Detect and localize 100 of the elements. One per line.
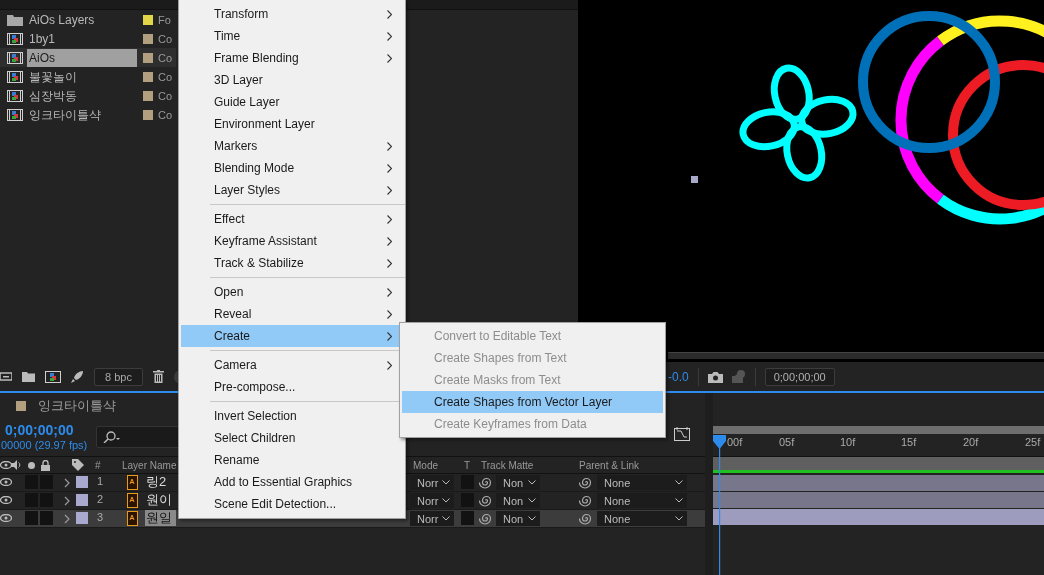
composition-tab[interactable]: 잉크타이틀샥	[38, 396, 116, 415]
track-matte-dropdown[interactable]: Non	[496, 511, 540, 526]
ruler-label: 00f	[727, 436, 743, 448]
layer-name[interactable]: 원이	[145, 492, 176, 508]
label-swatch[interactable]	[76, 512, 88, 524]
eye-icon[interactable]	[0, 496, 12, 504]
layer-duration-bar[interactable]	[713, 475, 1044, 492]
eye-icon[interactable]	[0, 514, 12, 522]
project-item[interactable]: AiOs Layers Fo	[0, 10, 176, 29]
parent-dropdown[interactable]: None	[597, 475, 687, 490]
ruler-label: 25f	[1025, 436, 1041, 448]
mode-dropdown[interactable]: Norr	[410, 475, 454, 490]
folder-icon[interactable]	[22, 371, 35, 382]
layer-number: 2	[97, 493, 104, 505]
project-item[interactable]: 잉크타이틀샥 Co	[0, 105, 176, 124]
current-time[interactable]: 0;00;00;00	[0, 422, 96, 438]
pick-whip-icon[interactable]	[479, 476, 492, 489]
solo-icon[interactable]	[28, 461, 35, 469]
track-matte-dropdown[interactable]: Non	[496, 493, 540, 508]
menu-item[interactable]: Markers	[181, 135, 403, 157]
caret-icon	[528, 498, 536, 503]
project-item[interactable]: AiOs Co	[0, 48, 176, 67]
composition-icon[interactable]	[45, 370, 61, 383]
ruler-label: 20f	[963, 436, 979, 448]
item-name: 1by1	[28, 30, 57, 48]
eye-icon[interactable]	[0, 461, 12, 469]
playhead[interactable]	[713, 435, 726, 575]
menu-item[interactable]: Create Shapes from Vector Layer	[402, 391, 663, 413]
composition-icon	[7, 32, 23, 45]
frame-rate: 00000 (29.97 fps)	[1, 439, 89, 451]
item-name: 심장박동	[28, 87, 78, 105]
project-item[interactable]: 심장박동 Co	[0, 86, 176, 105]
item-name: 불꽃놀이	[28, 68, 78, 86]
column-header: Parent & Link	[579, 459, 640, 471]
menu-item[interactable]: Camera	[181, 354, 403, 376]
exposure-value[interactable]: -0.0	[668, 369, 689, 384]
project-item[interactable]: 1by1 Co	[0, 29, 176, 48]
audio-switch[interactable]	[25, 511, 38, 525]
pick-whip-icon[interactable]	[479, 494, 492, 507]
track-matte-dropdown[interactable]: Non	[496, 475, 540, 490]
tag-icon[interactable]	[72, 459, 84, 471]
menu-item[interactable]: Effect	[181, 208, 403, 230]
menu-item[interactable]: Rename	[181, 449, 403, 471]
camera-icon[interactable]	[707, 370, 723, 383]
menu-item[interactable]: Add to Essential Graphics	[181, 471, 403, 493]
menu-item[interactable]: Frame Blending	[181, 47, 403, 69]
speaker-icon[interactable]	[11, 460, 21, 470]
interpret-footage-icon[interactable]	[0, 371, 12, 382]
menu-item[interactable]: Select Children	[181, 427, 403, 449]
parent-dropdown[interactable]: None	[597, 493, 687, 508]
parent-dropdown[interactable]: None	[597, 511, 687, 526]
label-swatch[interactable]	[76, 494, 88, 506]
item-type: Fo	[158, 13, 171, 26]
caret-icon	[528, 516, 536, 521]
lock-icon[interactable]	[41, 459, 50, 471]
layer-file-icon	[127, 511, 138, 526]
menu-item[interactable]: Keyframe Assistant	[181, 230, 403, 252]
item-name: AiOs	[27, 48, 137, 67]
mode-dropdown[interactable]: Norr	[410, 493, 454, 508]
solo-switch[interactable]	[40, 511, 53, 525]
graph-editor-icon[interactable]	[674, 427, 690, 441]
project-item[interactable]: 불꽃놀이 Co	[0, 67, 176, 86]
pick-whip-icon[interactable]	[479, 512, 492, 525]
layer-duration-bar[interactable]	[713, 492, 1044, 509]
menu-item[interactable]: Time	[181, 25, 403, 47]
column-header: Mode	[413, 459, 438, 471]
menu-item[interactable]: Reveal	[181, 303, 403, 325]
rocket-icon[interactable]	[71, 370, 84, 383]
folder-icon	[7, 13, 23, 26]
trash-icon[interactable]	[152, 370, 164, 383]
menu-item[interactable]: Invert Selection	[181, 405, 403, 427]
menu-item[interactable]: Transform	[181, 3, 403, 25]
label-swatch[interactable]	[76, 476, 88, 488]
mode-dropdown[interactable]: Norr	[410, 511, 454, 526]
pick-whip-icon[interactable]	[579, 512, 592, 525]
menu-item[interactable]: Pre-compose...	[181, 376, 403, 398]
layer-file-icon	[127, 493, 138, 508]
menu-item[interactable]: Layer Styles	[181, 179, 403, 201]
layer-name[interactable]: 링2	[145, 474, 171, 490]
layer-number: 3	[97, 511, 104, 523]
layer-number: 1	[97, 475, 104, 487]
column-header: #	[95, 459, 101, 471]
pick-whip-icon[interactable]	[579, 476, 592, 489]
pick-whip-icon[interactable]	[579, 494, 592, 507]
menu-item[interactable]: Open	[181, 281, 403, 303]
column-header[interactable]: Layer Name	[122, 459, 177, 471]
item-type: Co	[158, 70, 173, 83]
menu-item[interactable]: Guide Layer	[181, 91, 403, 113]
menu-item[interactable]: Track & Stabilize	[181, 252, 403, 274]
layer-duration-bar[interactable]	[713, 509, 1044, 526]
preserve-transparency-checkbox[interactable]	[461, 511, 474, 525]
menu-item[interactable]: Environment Layer	[181, 113, 403, 135]
menu-item[interactable]: 3D Layer	[181, 69, 403, 91]
eye-icon[interactable]	[0, 478, 12, 486]
menu-item[interactable]: Blending Mode	[181, 157, 403, 179]
caret-icon	[675, 498, 683, 503]
bit-depth-button[interactable]: 8 bpc	[94, 367, 143, 386]
layer-name[interactable]: 원일	[145, 510, 176, 526]
timecode-field[interactable]: 0;00;00;00	[764, 367, 835, 386]
caret-icon	[442, 498, 450, 503]
